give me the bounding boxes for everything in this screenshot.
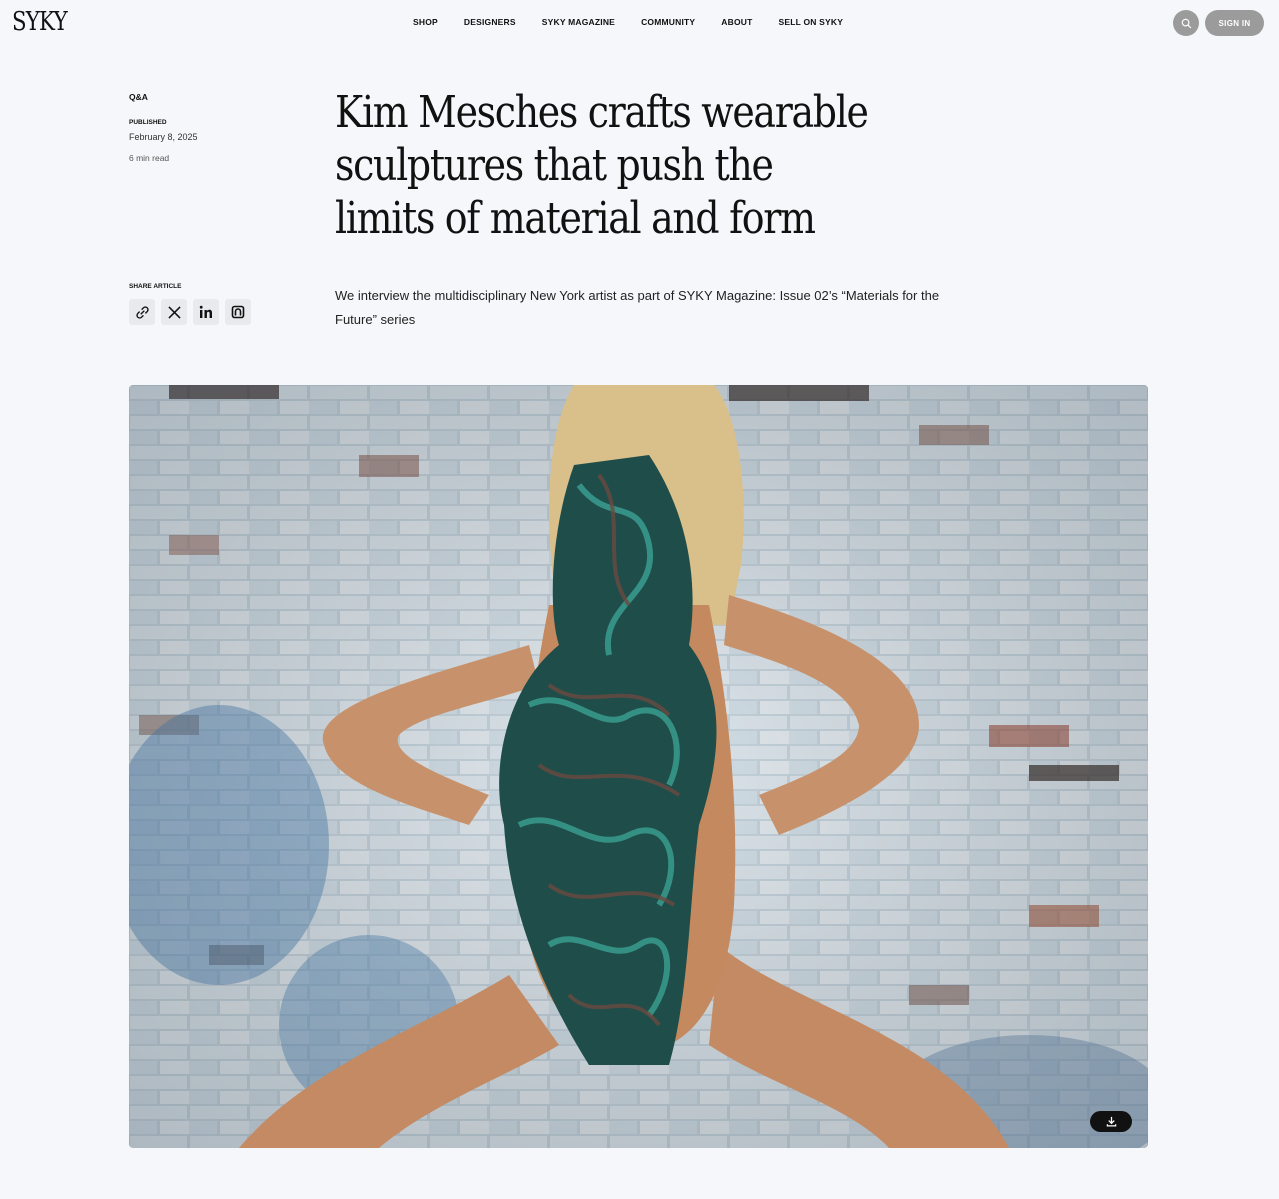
x-icon — [167, 305, 181, 319]
article-title: Kim Mesches crafts wearable sculptures t… — [335, 87, 869, 244]
linkedin-icon — [199, 305, 212, 318]
share-link-button[interactable] — [129, 299, 155, 325]
share-x-button[interactable] — [161, 299, 187, 325]
sign-in-button[interactable]: SIGN IN — [1205, 10, 1264, 36]
share-substack-button[interactable] — [225, 299, 251, 325]
published-label: PUBLISHED — [129, 119, 167, 126]
article-subtitle: We interview the multidisciplinary New Y… — [335, 288, 940, 327]
search-icon — [1181, 18, 1191, 28]
share-buttons — [129, 299, 257, 325]
nav-designers[interactable]: Designers — [464, 17, 516, 27]
read-time: 6 min read — [129, 153, 170, 163]
share-label: SHARE ARTICLE — [129, 283, 182, 290]
site-header: SYKY Shop Designers SYKY Magazine Commun… — [0, 0, 1279, 46]
share-linkedin-button[interactable] — [193, 299, 219, 325]
substack-icon — [231, 305, 245, 319]
link-icon — [135, 305, 149, 319]
nav-sell-on-syky[interactable]: Sell on SYKY — [779, 17, 844, 27]
nav-community[interactable]: Community — [641, 17, 695, 27]
article-category[interactable]: Q&A — [129, 92, 148, 102]
main-nav: Shop Designers SYKY Magazine Community A… — [413, 17, 869, 27]
nav-shop[interactable]: Shop — [413, 17, 438, 27]
nav-syky-magazine[interactable]: SYKY Magazine — [542, 17, 615, 27]
download-button[interactable] — [1090, 1111, 1132, 1132]
nav-about[interactable]: About — [721, 17, 752, 27]
search-button[interactable] — [1173, 10, 1199, 36]
published-date: February 8, 2025 — [129, 132, 198, 142]
hero-image — [129, 385, 1148, 1148]
download-icon — [1106, 1116, 1116, 1127]
syky-logo[interactable]: SYKY — [12, 7, 68, 37]
article-meta: Q&A PUBLISHED February 8, 2025 6 min rea… — [129, 92, 198, 163]
